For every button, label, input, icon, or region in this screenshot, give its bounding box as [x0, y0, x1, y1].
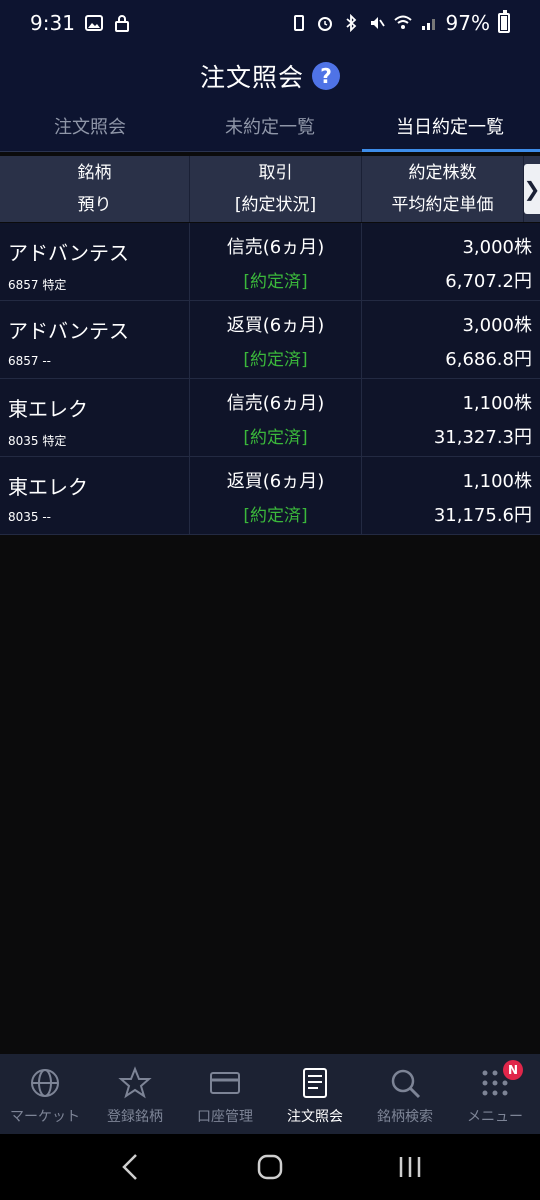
avg-price: 31,327.3円	[433, 427, 532, 448]
header-col-qty: 約定株数 平均約定単価	[362, 156, 524, 222]
lock-icon	[114, 15, 129, 32]
avg-price: 31,175.6円	[433, 505, 532, 526]
header-status-label: [約定状況]	[234, 195, 317, 215]
nav-menu[interactable]: N メニュー	[450, 1054, 540, 1134]
table-row[interactable]: 東エレク 8035 特定 信売(6ヵ月) [約定済] 1,100株 31,327…	[0, 379, 540, 457]
nav-label: マーケット	[10, 1109, 80, 1125]
nav-label: 登録銘柄	[107, 1109, 163, 1125]
nav-watchlist[interactable]: 登録銘柄	[90, 1054, 180, 1134]
executed-qty: 3,000株	[462, 237, 532, 258]
chevron-right-icon[interactable]: ❯	[524, 164, 540, 214]
avg-price: 6,707.2円	[445, 271, 532, 292]
stock-code: 6857 --	[8, 354, 52, 368]
executed-qty: 1,100株	[462, 471, 532, 492]
header-stock-label: 銘柄	[77, 163, 112, 183]
page-title: 注文照会	[199, 63, 304, 92]
executed-orders-list: アドバンテス 6857 特定 信売(6ヵ月) [約定済] 3,000株 6,70…	[0, 223, 540, 535]
tab-unexecuted-list[interactable]: 未約定一覧	[180, 106, 360, 151]
tab-order-inquiry[interactable]: 注文照会	[0, 106, 180, 151]
execution-status: [約定済]	[243, 272, 308, 292]
card-icon	[210, 1072, 240, 1094]
question-icon[interactable]: ?	[312, 62, 340, 90]
header-col-stock: 銘柄 預り	[0, 156, 190, 222]
document-icon	[303, 1068, 327, 1098]
trade-type: 信売(6ヵ月)	[226, 393, 325, 414]
system-navigation	[0, 1134, 540, 1200]
nav-label: 注文照会	[287, 1109, 343, 1125]
trade-type: 信売(6ヵ月)	[226, 237, 325, 258]
trade-type: 返買(6ヵ月)	[226, 315, 325, 336]
nav-account[interactable]: 口座管理	[180, 1054, 270, 1134]
header-price-label: 平均約定単価	[391, 195, 494, 215]
battery-saver-icon	[293, 15, 304, 31]
wifi-icon	[393, 15, 412, 29]
execution-status: [約定済]	[243, 506, 308, 526]
nav-label: 口座管理	[197, 1109, 253, 1125]
execution-status: [約定済]	[243, 428, 308, 448]
nav-stock-search[interactable]: 銘柄検索	[360, 1054, 450, 1134]
app-header: 注文照会 ?	[0, 46, 540, 106]
status-time: 9:31	[30, 11, 75, 35]
tab-today-executed-list[interactable]: 当日約定一覧	[360, 106, 540, 152]
recents-icon[interactable]	[380, 1147, 440, 1187]
mute-icon	[370, 17, 385, 29]
battery-percent: 97%	[445, 11, 490, 35]
nav-market[interactable]: マーケット	[0, 1054, 90, 1134]
signal-icon	[421, 19, 435, 30]
globe-icon	[31, 1069, 59, 1097]
executed-qty: 3,000株	[462, 315, 532, 336]
bluetooth-icon	[345, 14, 356, 32]
status-bar: 9:31 97%	[0, 0, 540, 46]
table-row[interactable]: アドバンテス 6857 -- 返買(6ヵ月) [約定済] 3,000株 6,68…	[0, 301, 540, 379]
home-icon[interactable]	[240, 1147, 300, 1187]
battery-icon	[498, 10, 510, 33]
tab-bar: 注文照会 未約定一覧 当日約定一覧	[0, 106, 540, 152]
alarm-icon	[317, 17, 332, 31]
header-trade-label: 取引	[258, 163, 293, 183]
stock-code: 8035 特定	[8, 434, 67, 448]
executed-qty: 1,100株	[462, 393, 532, 414]
search-icon	[391, 1069, 421, 1099]
stock-name: 東エレク	[8, 475, 88, 499]
stock-name: アドバンテス	[8, 241, 129, 265]
star-icon	[118, 1066, 152, 1099]
stock-name: 東エレク	[8, 397, 88, 421]
nav-order-inquiry[interactable]: 注文照会	[270, 1054, 360, 1134]
avg-price: 6,686.8円	[445, 349, 532, 370]
bottom-navigation: マーケット 登録銘柄 口座管理 注文照会 銘柄検索 N メニュー	[0, 1054, 540, 1134]
execution-status: [約定済]	[243, 350, 308, 370]
nav-label: 銘柄検索	[377, 1109, 433, 1125]
stock-name: アドバンテス	[8, 319, 129, 343]
header-col-trade: 取引 [約定状況]	[190, 156, 362, 222]
notification-badge: N	[503, 1060, 523, 1080]
gallery-icon	[84, 15, 103, 31]
table-header: 銘柄 預り 取引 [約定状況] 約定株数 平均約定単価 ❯	[0, 156, 540, 222]
back-icon[interactable]	[100, 1147, 160, 1187]
header-qty-label: 約定株数	[408, 163, 477, 183]
table-row[interactable]: アドバンテス 6857 特定 信売(6ヵ月) [約定済] 3,000株 6,70…	[0, 223, 540, 301]
stock-code: 6857 特定	[8, 278, 67, 292]
table-row[interactable]: 東エレク 8035 -- 返買(6ヵ月) [約定済] 1,100株 31,175…	[0, 457, 540, 535]
stock-code: 8035 --	[8, 510, 52, 524]
header-custody-label: 預り	[77, 195, 112, 215]
nav-label: メニュー	[467, 1109, 523, 1125]
trade-type: 返買(6ヵ月)	[226, 471, 325, 492]
